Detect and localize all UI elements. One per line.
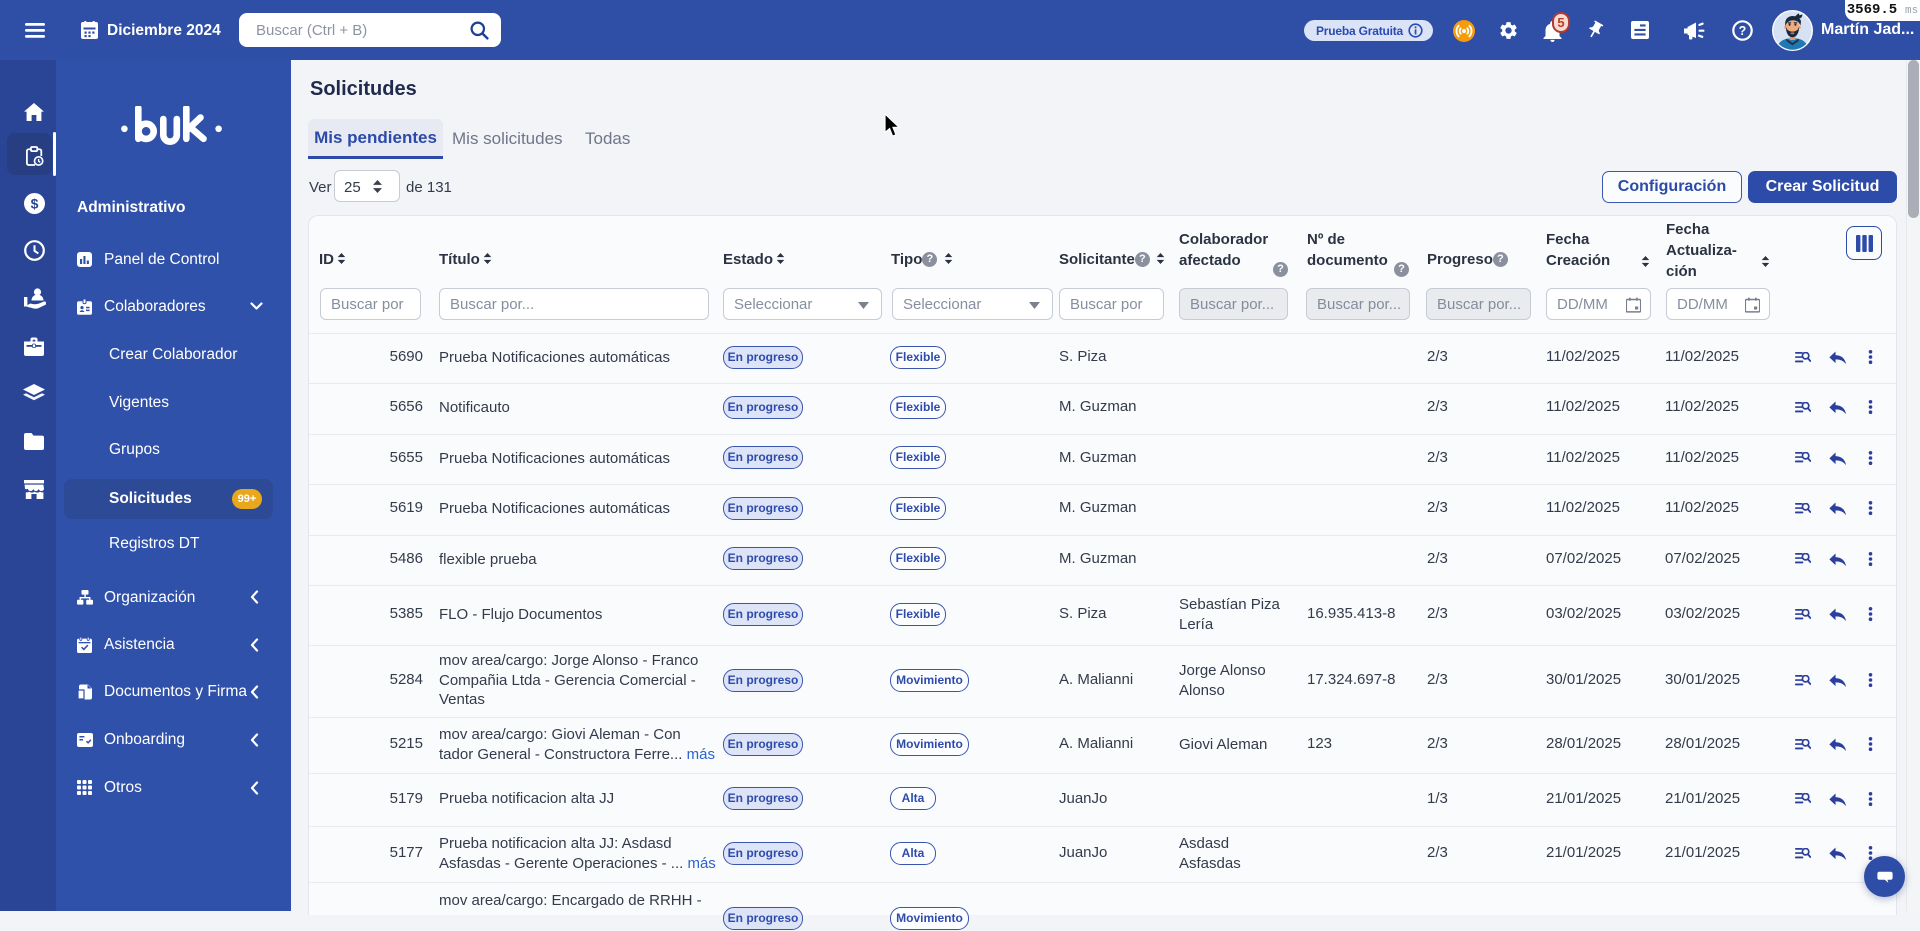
svg-text:$: $ (31, 196, 39, 212)
svg-text:?: ? (1739, 24, 1747, 38)
